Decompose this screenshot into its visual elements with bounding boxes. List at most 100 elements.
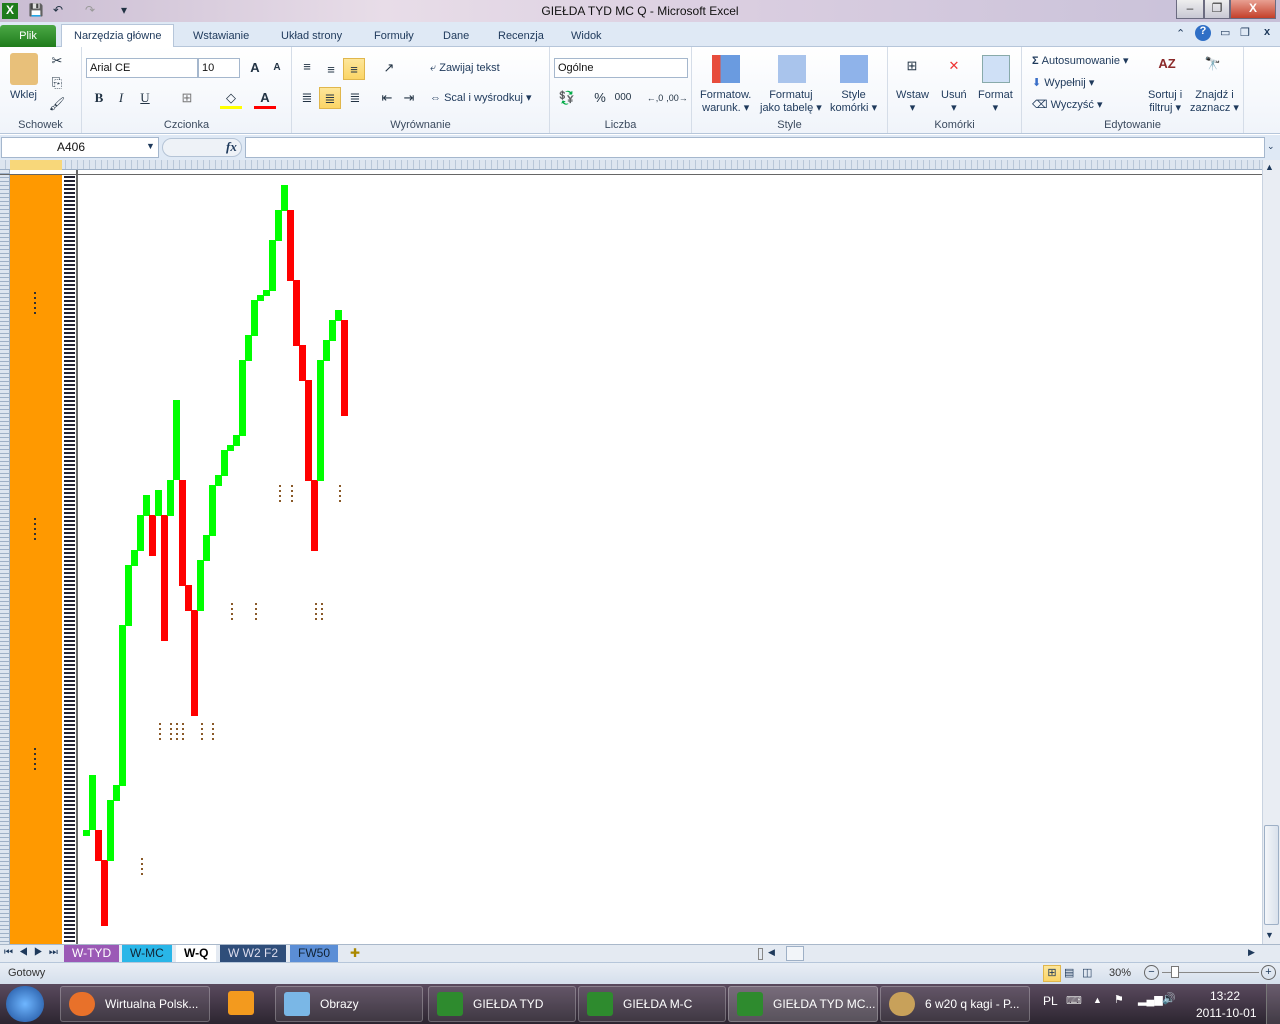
scroll-left-icon[interactable]: ◀: [768, 947, 775, 958]
autosum-button[interactable]: Σ Autosumowanie ▾: [1032, 54, 1129, 67]
show-hidden-icons[interactable]: ▲: [1093, 995, 1102, 1005]
borders-icon[interactable]: ⊞: [176, 87, 198, 109]
delete-cells-icon[interactable]: ✕: [940, 55, 968, 83]
find-select-button[interactable]: Znajdź i zaznacz ▾: [1190, 89, 1239, 114]
zoom-out-button[interactable]: −: [1144, 965, 1159, 980]
percent-button[interactable]: %: [589, 87, 611, 109]
underline-button[interactable]: U: [134, 87, 156, 109]
insert-function-button[interactable]: fx: [226, 139, 237, 155]
sheet-tab-w-q[interactable]: W-Q: [176, 945, 217, 962]
conditional-format-icon[interactable]: [712, 55, 740, 83]
number-format-select[interactable]: Ogólne: [554, 58, 688, 78]
taskbar-firefox[interactable]: Wirtualna Polsk...: [60, 986, 210, 1022]
vertical-scrollbar[interactable]: ▲ ▼: [1262, 160, 1280, 944]
tab-split-handle[interactable]: [758, 948, 763, 960]
cell-styles-button[interactable]: Style komórki ▾: [830, 89, 877, 114]
align-center-icon[interactable]: ≣: [319, 87, 341, 109]
formula-input[interactable]: [245, 137, 1265, 158]
keyboard-icon[interactable]: ⌨: [1066, 994, 1082, 1007]
bold-button[interactable]: B: [88, 87, 110, 109]
align-right-icon[interactable]: ≣: [344, 87, 366, 109]
language-indicator[interactable]: PL: [1043, 994, 1058, 1008]
tab-page-layout[interactable]: Układ strony: [269, 25, 354, 47]
align-top-icon[interactable]: ≡: [296, 56, 318, 78]
scroll-right-icon[interactable]: ▶: [1248, 947, 1255, 958]
expand-formula-bar-icon[interactable]: ⌄: [1267, 141, 1275, 152]
font-name-select[interactable]: Arial CE: [86, 58, 198, 78]
font-size-select[interactable]: 10: [198, 58, 240, 78]
help-icon[interactable]: ?: [1195, 25, 1211, 41]
zoom-level[interactable]: 30%: [1109, 967, 1131, 979]
vertical-scroll-thumb[interactable]: [1264, 825, 1279, 925]
clock-date[interactable]: 2011-10-01: [1196, 1006, 1257, 1020]
paste-button[interactable]: Wklej: [10, 89, 37, 101]
sheet-nav-icons[interactable]: ⏮◀▶⏭: [4, 947, 64, 958]
sheet-tab-fw50[interactable]: FW50: [290, 945, 339, 962]
page-layout-view-icon[interactable]: ▤: [1064, 966, 1074, 979]
clear-button[interactable]: ⌫ Wyczyść ▾: [1032, 98, 1103, 111]
format-as-table-icon[interactable]: [778, 55, 806, 83]
decrease-decimal-icon[interactable]: ,00→: [666, 87, 688, 109]
shrink-font-button[interactable]: A: [266, 57, 288, 79]
tab-review[interactable]: Recenzja: [486, 25, 556, 47]
align-middle-icon[interactable]: ≡: [320, 59, 342, 81]
taskbar-gielda-m-c[interactable]: GIEŁDA M-C: [578, 986, 726, 1022]
binoculars-icon[interactable]: 🔭: [1198, 53, 1228, 83]
horizontal-scroll-thumb[interactable]: [786, 946, 804, 961]
workbook-close-icon[interactable]: x: [1264, 26, 1270, 38]
format-painter-icon[interactable]: 🖌: [46, 93, 68, 115]
close-button[interactable]: X: [1230, 0, 1276, 19]
font-color-button[interactable]: A: [254, 87, 276, 109]
name-box-dropdown-icon[interactable]: ▼: [146, 141, 155, 151]
fill-button[interactable]: ⬇ Wypełnij ▾: [1032, 76, 1094, 89]
sort-filter-icon[interactable]: AZ: [1152, 53, 1182, 83]
decrease-indent-icon[interactable]: ⇤: [376, 87, 398, 109]
tab-insert[interactable]: Wstawianie: [181, 25, 261, 47]
maximize-button[interactable]: ❐: [1204, 0, 1230, 19]
taskbar-obrazy[interactable]: Obrazy: [275, 986, 423, 1022]
taskbar-paint[interactable]: 6 w20 q kagi - P...: [880, 986, 1030, 1022]
action-center-flag-icon[interactable]: ⚑: [1114, 993, 1124, 1006]
tab-home[interactable]: Narzędzia główne: [61, 24, 175, 48]
show-desktop-button[interactable]: [1266, 984, 1280, 1024]
name-box[interactable]: A406: [1, 137, 159, 158]
italic-button[interactable]: I: [110, 87, 132, 109]
insert-cells-icon[interactable]: ⊞: [898, 55, 926, 83]
insert-button[interactable]: Wstaw ▾: [896, 89, 929, 114]
format-cells-icon[interactable]: [982, 55, 1010, 83]
increase-indent-icon[interactable]: ⇥: [398, 87, 420, 109]
wrap-text-button[interactable]: ⤶ Zawijaj tekst: [430, 62, 500, 75]
currency-icon[interactable]: 💱: [556, 87, 578, 109]
align-bottom-icon[interactable]: ≡: [343, 58, 365, 80]
minimize-button[interactable]: –: [1176, 0, 1204, 19]
fill-color-icon[interactable]: ◇: [220, 87, 242, 109]
workbook-minimize-icon[interactable]: ▭: [1220, 26, 1230, 39]
worksheet-grid[interactable]: [0, 160, 1262, 944]
tab-view[interactable]: Widok: [559, 25, 614, 47]
tab-file[interactable]: Plik: [0, 25, 56, 47]
conditional-format-button[interactable]: Formatow. warunk. ▾: [700, 89, 751, 114]
page-break-view-icon[interactable]: ◫: [1082, 966, 1092, 979]
clock-time[interactable]: 13:22: [1210, 989, 1240, 1003]
tab-formulas[interactable]: Formuły: [362, 25, 426, 47]
format-button[interactable]: Format ▾: [978, 89, 1013, 114]
paste-icon[interactable]: [10, 53, 38, 85]
taskbar-media-player[interactable]: [224, 986, 258, 1022]
thousands-button[interactable]: 000: [612, 87, 634, 109]
network-icon[interactable]: ▂▄▆: [1138, 993, 1163, 1006]
zoom-in-button[interactable]: +: [1261, 965, 1276, 980]
workbook-restore-icon[interactable]: ❐: [1240, 26, 1250, 39]
tab-data[interactable]: Dane: [431, 25, 481, 47]
copy-icon[interactable]: ⎘: [46, 72, 68, 94]
orientation-icon[interactable]: ↗: [378, 57, 400, 79]
format-as-table-button[interactable]: Formatuj jako tabelę ▾: [760, 89, 822, 114]
scroll-down-icon[interactable]: ▼: [1265, 930, 1274, 940]
taskbar-gielda-tyd[interactable]: GIEŁDA TYD: [428, 986, 576, 1022]
delete-button[interactable]: Usuń ▾: [941, 89, 967, 114]
cut-icon[interactable]: ✂: [46, 50, 68, 72]
zoom-slider-thumb[interactable]: [1171, 966, 1179, 978]
increase-decimal-icon[interactable]: ←,0: [644, 87, 666, 109]
normal-view-icon[interactable]: ⊞: [1043, 965, 1061, 982]
insert-sheet-icon[interactable]: ✚: [342, 945, 368, 962]
sheet-tab-w-w2-f2[interactable]: W W2 F2: [220, 945, 286, 962]
